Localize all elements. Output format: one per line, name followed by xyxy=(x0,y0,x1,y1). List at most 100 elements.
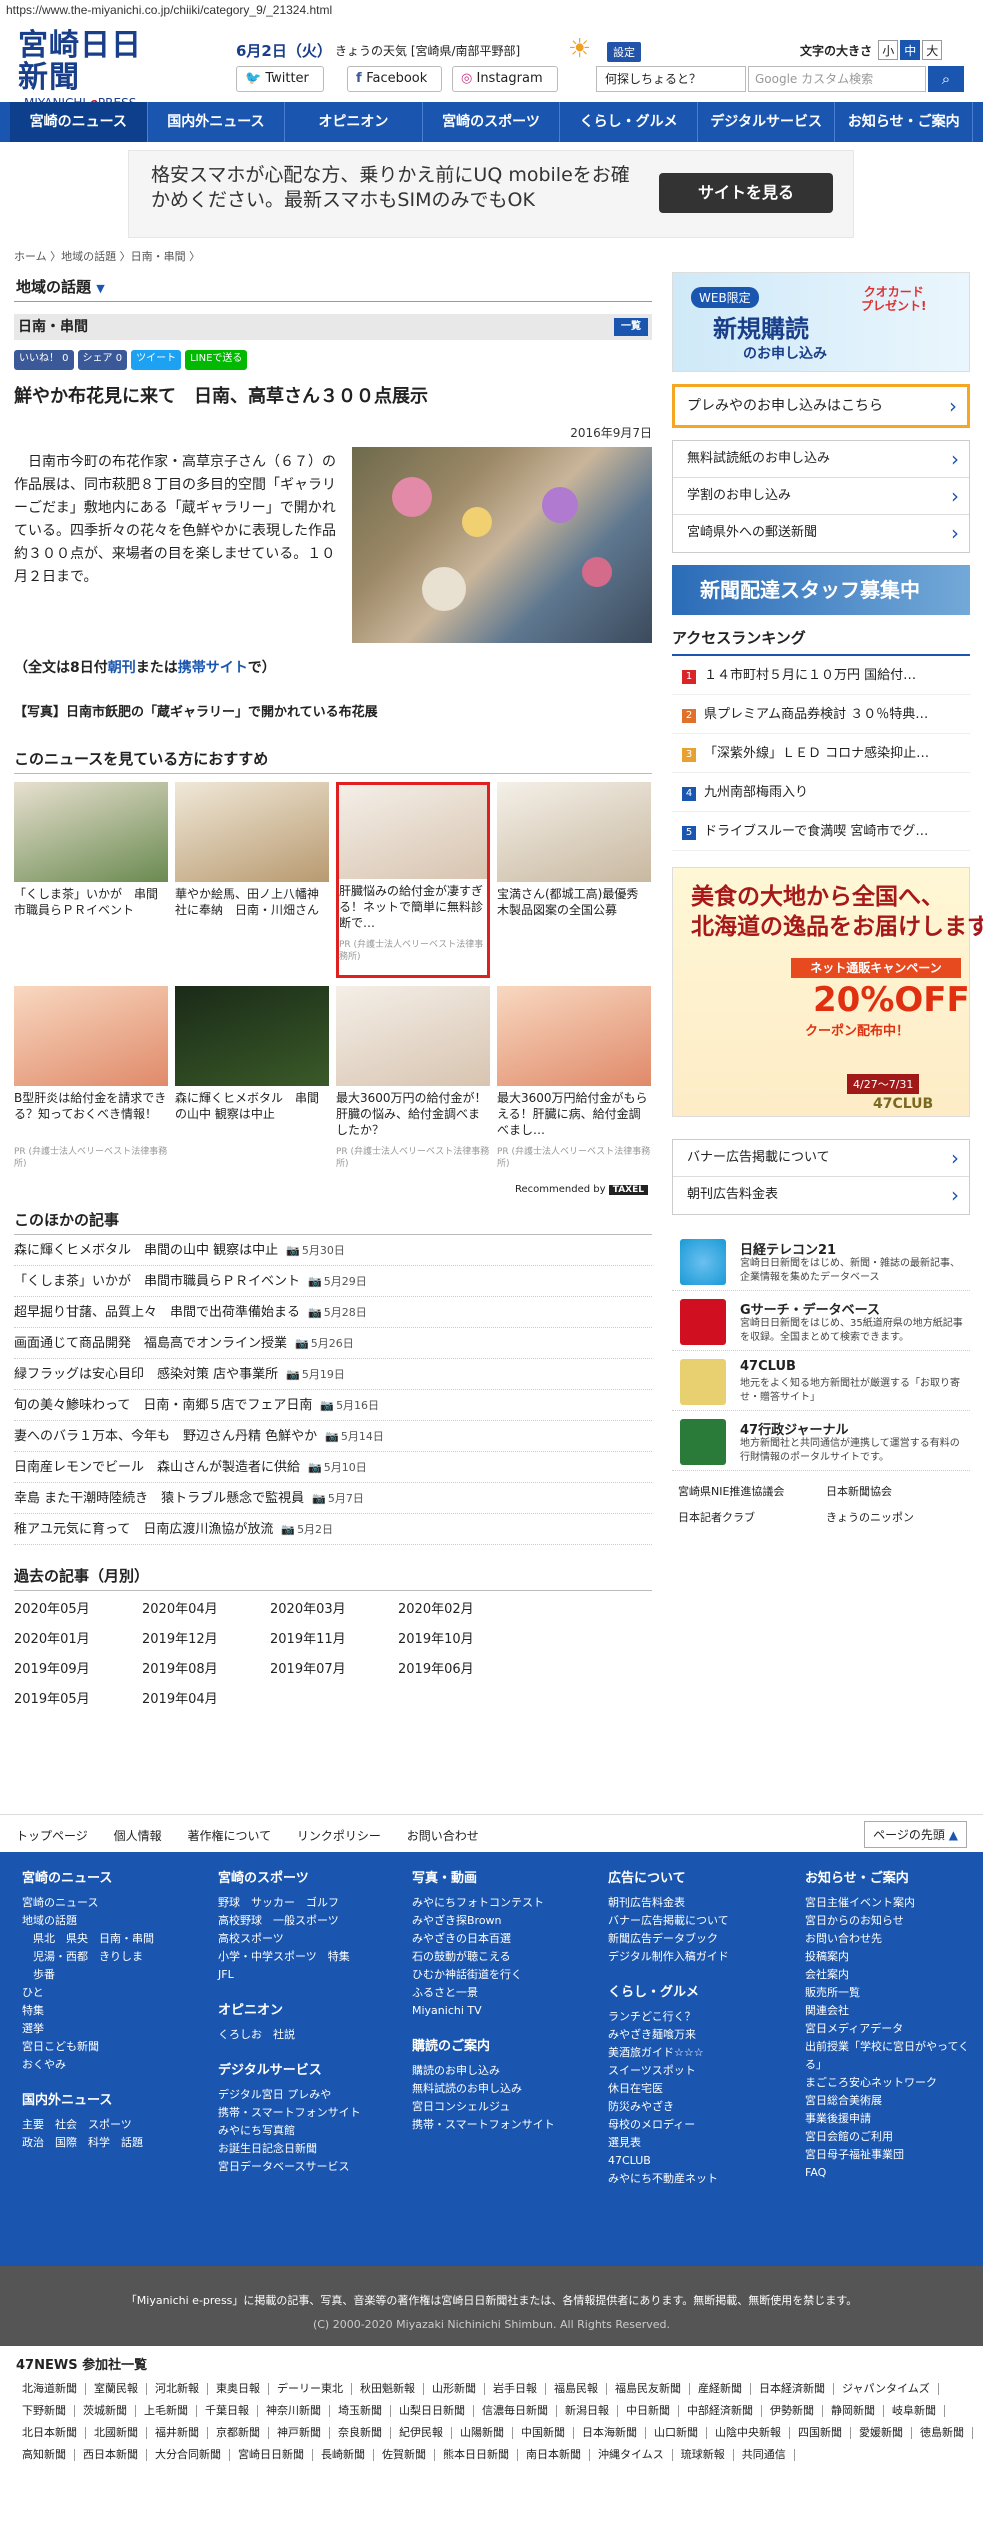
member-paper-link[interactable]: 信濃毎日新聞 xyxy=(474,2405,557,2417)
month-link[interactable]: 2019年10月 xyxy=(398,1625,526,1655)
month-link[interactable]: 2020年03月 xyxy=(270,1595,398,1625)
month-link[interactable]: 2019年07月 xyxy=(270,1655,398,1685)
weather-settings-button[interactable]: 設定 xyxy=(607,42,641,62)
nav-life-gourmet[interactable]: くらし・グルメ xyxy=(560,102,698,142)
list-item[interactable]: 「くしま茶」いかが 串間市職員らＰＲイベント 📷 5月29日 xyxy=(14,1266,652,1297)
footer-link[interactable]: デジタル制作入稿ガイド xyxy=(608,1948,798,1966)
member-paper-link[interactable]: 佐賀新聞 xyxy=(374,2449,435,2461)
list-item[interactable]: 幸島 また干潮時陸続き 猿トラブル懸念で監視員 📷 5月7日 xyxy=(14,1483,652,1514)
list-item[interactable]: 森に輝くヒメボタル 串間の山中 観察は中止 📷 5月30日 xyxy=(14,1235,652,1266)
footer-link[interactable]: みやにち不動産ネット xyxy=(608,2170,798,2188)
footer-link[interactable]: みやにちフォトコンテスト xyxy=(412,1894,602,1912)
footer-link[interactable]: 宮崎のニュース xyxy=(22,1894,212,1912)
footer-link[interactable]: みやにち写真館 xyxy=(218,2122,408,2140)
page-top-button[interactable]: ページの先頭 ▲ xyxy=(864,1821,967,1848)
facebook-share-button[interactable]: シェア 0 xyxy=(77,350,128,370)
member-paper-link[interactable]: 沖縄タイムス xyxy=(590,2449,673,2461)
org-link[interactable]: 宮崎県NIE推進協議会 xyxy=(672,1479,820,1505)
student-discount-link[interactable]: 学割のお申し込み xyxy=(673,478,969,515)
recommend-card[interactable]: 宝満さん(都城工高)最優秀 木製品図案の全国公募 xyxy=(497,782,651,978)
footer-col-heading[interactable]: 購読のご案内 xyxy=(412,2038,602,2056)
member-paper-link[interactable]: 神戸新聞 xyxy=(269,2427,330,2439)
org-link[interactable]: 日本記者クラブ xyxy=(672,1505,820,1531)
footer-link[interactable]: 携帯・スマートフォンサイト xyxy=(218,2104,408,2122)
ad-button[interactable]: サイトを見る xyxy=(659,173,833,213)
footer-link[interactable]: 宮日コンシェルジュ xyxy=(412,2098,602,2116)
nav-digital-service[interactable]: デジタルサービス xyxy=(698,102,836,142)
footer-link[interactable]: スイーツスポット xyxy=(608,2062,798,2080)
member-paper-link[interactable]: 中国新聞 xyxy=(513,2427,574,2439)
nav-sports[interactable]: 宮崎のスポーツ xyxy=(423,102,561,142)
footer-link[interactable]: 歩番 xyxy=(22,1966,212,1984)
footer-link[interactable]: 防災みやざき xyxy=(608,2098,798,2116)
footer-link[interactable]: 個人情報 xyxy=(114,1829,162,1843)
footer-col-heading[interactable]: くらし・グルメ xyxy=(608,1984,798,2002)
morning-paper-link[interactable]: 朝刊 xyxy=(108,660,136,676)
footer-link[interactable]: まごころ安心ネットワーク xyxy=(805,2074,975,2092)
member-paper-link[interactable]: 中部経済新聞 xyxy=(679,2405,762,2417)
footer-link[interactable]: 携帯・スマートフォンサイト xyxy=(412,2116,602,2134)
font-size-large-button[interactable]: 大 xyxy=(922,40,943,60)
footer-link[interactable]: 出前授業「学校に宮日がやってくる」 xyxy=(805,2038,975,2074)
member-paper-link[interactable]: 千葉日報 xyxy=(197,2405,258,2417)
member-paper-link[interactable]: 日本海新聞 xyxy=(574,2427,646,2439)
recommend-card-ad[interactable]: 最大3600万円の給付金が！肝臓の悩み、給付金調べましたか？ PR (弁護士法人ベ… xyxy=(336,986,490,1182)
month-link[interactable]: 2019年08月 xyxy=(142,1655,270,1685)
member-paper-link[interactable]: 紀伊民報 xyxy=(391,2427,452,2439)
member-paper-link[interactable]: 南日本新聞 xyxy=(518,2449,590,2461)
member-paper-link[interactable]: ジャパンタイムズ xyxy=(834,2383,939,2395)
footer-link[interactable]: みやざき麺喰万来 xyxy=(608,2026,798,2044)
month-link[interactable]: 2020年05月 xyxy=(14,1595,142,1625)
service-item[interactable]: 47CLUB 地元をよく知る地方新聞社が厳選する「お取り寄せ・贈答サイト」 xyxy=(672,1351,970,1411)
footer-link[interactable]: ふるさと一景 xyxy=(412,1984,602,2002)
footer-link[interactable]: 主要 社会 スポーツ xyxy=(22,2116,212,2134)
footer-col-heading[interactable]: お知らせ・ご案内 xyxy=(805,1870,975,1888)
ranking-item[interactable]: 1 １４市町村５月に１０万円 国給付… xyxy=(672,656,970,695)
weather-label[interactable]: きょうの天気 [宮崎県/南部平野部] xyxy=(335,42,520,59)
premia-link[interactable]: プレみやのお申し込みはこちら xyxy=(672,384,970,428)
org-link[interactable]: きょうのニッポン xyxy=(820,1505,968,1531)
article-photo[interactable] xyxy=(352,447,652,643)
member-paper-link[interactable]: 熊本日日新聞 xyxy=(435,2449,518,2461)
footer-link[interactable]: 朝刊広告料金表 xyxy=(608,1894,798,1912)
footer-link[interactable]: 児湯・西都 きりしま xyxy=(22,1948,212,1966)
footer-col-heading[interactable]: 宮崎のスポーツ xyxy=(218,1870,408,1888)
member-paper-link[interactable]: 共同通信 xyxy=(734,2449,795,2461)
member-paper-link[interactable]: 室蘭民報 xyxy=(86,2383,147,2395)
member-paper-link[interactable]: 茨城新聞 xyxy=(75,2405,136,2417)
twitter-button[interactable]: 🐦 Twitter xyxy=(236,66,324,92)
member-paper-link[interactable]: 山梨日日新聞 xyxy=(391,2405,474,2417)
member-paper-link[interactable]: 産経新聞 xyxy=(690,2383,751,2395)
footer-link[interactable]: 宮日こども新聞 xyxy=(22,2038,212,2056)
footer-link[interactable]: 宮日からのお知らせ xyxy=(805,1912,975,1930)
service-item[interactable]: 日経テレコン21 宮崎日日新聞をはじめ、新聞・雑誌の最新記事、企業情報を集めたデー… xyxy=(672,1231,970,1291)
member-paper-link[interactable]: 愛媛新聞 xyxy=(851,2427,912,2439)
top-ad-banner[interactable]: 格安スマホが心配な方、乗りかえ前にUQ mobileをお確かめください。最新スマ… xyxy=(128,150,854,238)
footer-link[interactable]: トップページ xyxy=(16,1829,88,1843)
hokkaido-ad[interactable]: 美食の大地から全国へ、 北海道の逸品をお届けします。 ネット通販キャンペーン 2… xyxy=(672,867,983,1117)
member-paper-link[interactable]: デーリー東北 xyxy=(269,2383,352,2395)
footer-link[interactable]: 投稿案内 xyxy=(805,1948,975,1966)
member-paper-link[interactable]: 静岡新聞 xyxy=(823,2405,884,2417)
category-list-link[interactable]: 一覧 xyxy=(614,318,648,336)
footer-link[interactable]: 美酒旅ガイド☆☆☆ xyxy=(608,2044,798,2062)
footer-link[interactable]: 著作権について xyxy=(187,1829,271,1843)
footer-col-heading[interactable]: 国内外ニュース xyxy=(22,2092,212,2110)
recommend-card-ad[interactable]: 最大3600万円給付金がもらえる！肝臓に病、給付金調べまし… PR (弁護士法人ベ… xyxy=(497,986,651,1182)
recommend-card-ad[interactable]: 肝臓悩みの給付金が凄すぎる！ネットで簡単に無料診断で… PR (弁護士法人ベリーベ… xyxy=(336,782,490,978)
breadcrumb[interactable]: ホーム 〉地域の話題 〉日南・串間 〉 xyxy=(14,248,200,264)
footer-link[interactable]: デジタル宮日 プレみや xyxy=(218,2086,408,2104)
section-title[interactable]: 地域の話題 ▼ xyxy=(14,272,652,302)
recommend-card[interactable]: 華やか絵馬、田ノ上八幡神社に奉納 日南・川畑さん xyxy=(175,782,329,978)
month-link[interactable]: 2019年04月 xyxy=(142,1685,270,1715)
month-link[interactable]: 2019年11月 xyxy=(270,1625,398,1655)
footer-col-heading[interactable]: オピニオン xyxy=(218,2002,408,2020)
member-paper-link[interactable]: 神奈川新聞 xyxy=(258,2405,330,2417)
footer-link[interactable]: くろしお 社説 xyxy=(218,2026,408,2044)
member-paper-link[interactable]: 宮崎日日新聞 xyxy=(230,2449,313,2461)
recommend-card[interactable]: 森に輝くヒメボタル 串間の山中 観察は中止 xyxy=(175,986,329,1182)
footer-link[interactable]: 政治 国際 科学 話題 xyxy=(22,2134,212,2152)
member-paper-link[interactable]: 高知新聞 xyxy=(14,2449,75,2461)
staff-recruit-banner[interactable]: 新聞配達スタッフ募集中 xyxy=(672,565,970,615)
member-paper-link[interactable]: 上毛新聞 xyxy=(136,2405,197,2417)
